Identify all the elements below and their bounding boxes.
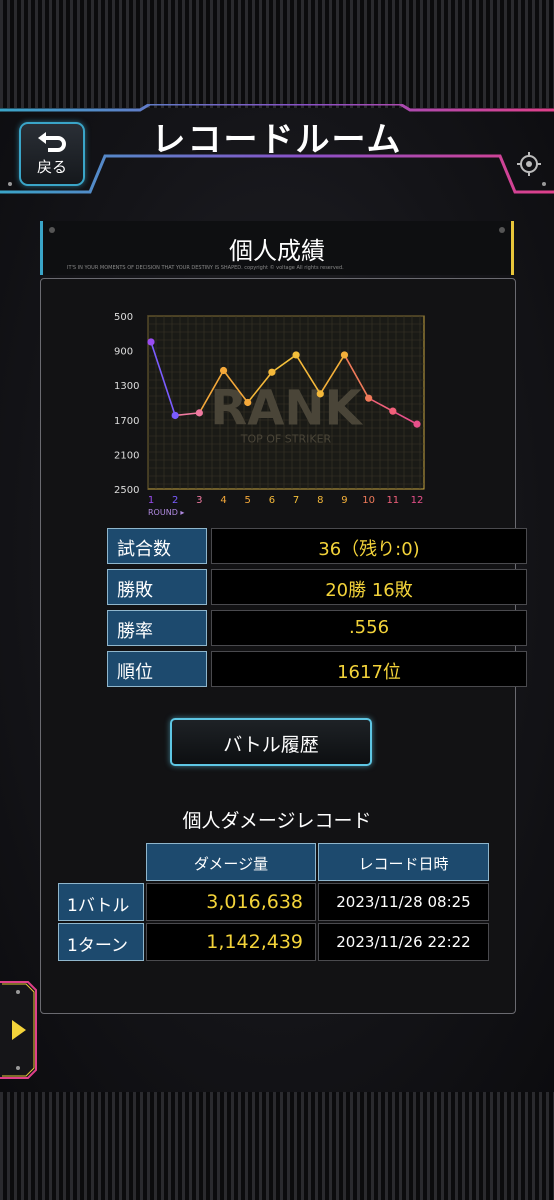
data-point (171, 411, 179, 420)
stat-value: 1617位 (211, 651, 527, 687)
damage-row-amount: 1,142,439 (146, 923, 316, 961)
x-tick-label: 8 (317, 495, 323, 506)
x-tick-label: 5 (245, 495, 251, 506)
y-tick-label: 900 (114, 347, 133, 358)
damage-row-label: 1バトル (58, 883, 144, 921)
y-tick-label: 500 (114, 312, 133, 323)
bottom-stripe-band (0, 1092, 554, 1200)
y-tick-label: 2100 (114, 450, 139, 461)
data-point (316, 390, 324, 398)
data-point (292, 351, 300, 359)
top-stripe-band (0, 0, 554, 108)
x-tick-label: 10 (362, 495, 375, 506)
section-header: 個人成績 IT'S IN YOUR MOMENTS OF DECISION TH… (40, 221, 514, 275)
data-point (365, 394, 373, 402)
x-tick-label: 4 (220, 495, 226, 506)
x-tick-label: 2 (172, 495, 178, 506)
data-point (389, 407, 397, 415)
damage-row-label: 1ターン (58, 923, 144, 961)
data-point (268, 368, 276, 376)
chart-watermark-sub: TOP OF STRIKER (240, 433, 332, 446)
x-tick-label: 3 (196, 495, 202, 506)
x-tick-label: 12 (411, 495, 424, 506)
y-tick-label: 1700 (114, 416, 139, 427)
data-point (413, 420, 421, 428)
stat-value: 20勝 16敗 (211, 569, 527, 605)
battle-history-button[interactable]: バトル履歴 (170, 718, 372, 766)
stat-label: 順位 (107, 651, 207, 687)
x-tick-label: 1 (148, 495, 154, 506)
copyright-line: IT'S IN YOUR MOMENTS OF DECISION THAT YO… (67, 265, 344, 271)
damage-row-date: 2023/11/26 22:22 (318, 923, 489, 961)
x-tick-label: 7 (293, 495, 299, 506)
rank-chart: RANKTOP OF STRIKER 500 900 1300 1700 2100 2500… (114, 312, 425, 517)
y-tick-label: 2500 (114, 485, 139, 496)
stat-value: .556 (211, 610, 527, 646)
data-point (340, 351, 349, 359)
side-menu-tab[interactable] (0, 980, 38, 1080)
page-title: レコードルーム (151, 120, 403, 160)
damage-col-header: ダメージ量 (146, 843, 316, 881)
stat-label: 勝率 (107, 610, 207, 646)
data-point (147, 338, 155, 346)
stat-label: 試合数 (107, 528, 207, 564)
x-tick-label: 6 (269, 495, 275, 506)
data-point (244, 398, 252, 407)
damage-record-title: 個人ダメージレコード (182, 810, 372, 832)
x-axis-label: ROUND ▸ (148, 508, 184, 517)
gear-icon[interactable] (517, 152, 541, 176)
date-col-header: レコード日時 (318, 843, 489, 881)
y-tick-label: 1300 (114, 381, 139, 392)
damage-row-amount: 3,016,638 (146, 883, 316, 921)
stat-label: 勝敗 (107, 569, 207, 605)
stat-value: 36（残り:0) (211, 528, 527, 564)
chart-watermark: RANK (210, 381, 363, 437)
x-tick-label: 11 (386, 495, 399, 506)
section-title: 個人成績 (229, 237, 325, 265)
x-tick-label: 9 (341, 495, 347, 506)
data-point (219, 366, 228, 375)
damage-row-date: 2023/11/28 08:25 (318, 883, 489, 921)
data-point (195, 409, 203, 417)
